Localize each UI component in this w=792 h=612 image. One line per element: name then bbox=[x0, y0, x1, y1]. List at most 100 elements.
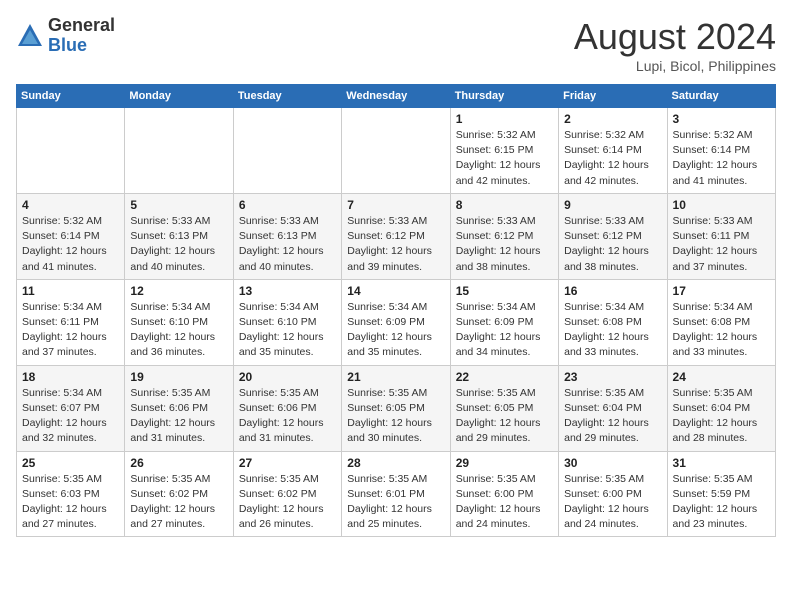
calendar-cell: 6 Sunrise: 5:33 AM Sunset: 6:13 PM Daylig… bbox=[233, 193, 341, 279]
day-info: Sunrise: 5:32 AM Sunset: 6:15 PM Dayligh… bbox=[456, 128, 553, 189]
day-number: 19 bbox=[130, 370, 227, 384]
day-number: 24 bbox=[673, 370, 770, 384]
day-info: Sunrise: 5:33 AM Sunset: 6:13 PM Dayligh… bbox=[239, 214, 336, 275]
day-info: Sunrise: 5:35 AM Sunset: 6:06 PM Dayligh… bbox=[239, 386, 336, 447]
calendar-cell: 2 Sunrise: 5:32 AM Sunset: 6:14 PM Daylig… bbox=[559, 108, 667, 194]
day-info: Sunrise: 5:33 AM Sunset: 6:12 PM Dayligh… bbox=[564, 214, 661, 275]
calendar-cell bbox=[233, 108, 341, 194]
calendar-cell: 28 Sunrise: 5:35 AM Sunset: 6:01 PM Dayli… bbox=[342, 451, 450, 537]
day-info: Sunrise: 5:35 AM Sunset: 6:00 PM Dayligh… bbox=[564, 472, 661, 533]
weekday-header-monday: Monday bbox=[125, 85, 233, 108]
weekday-header-saturday: Saturday bbox=[667, 85, 775, 108]
calendar-cell: 11Sunrise: 5:34 AM Sunset: 6:11 PM Dayli… bbox=[17, 279, 125, 365]
calendar-cell: 16 Sunrise: 5:34 AM Sunset: 6:08 PM Dayli… bbox=[559, 279, 667, 365]
calendar-week-4: 18Sunrise: 5:34 AM Sunset: 6:07 PM Dayli… bbox=[17, 365, 776, 451]
calendar-cell: 19 Sunrise: 5:35 AM Sunset: 6:06 PM Dayli… bbox=[125, 365, 233, 451]
calendar-cell: 5 Sunrise: 5:33 AM Sunset: 6:13 PM Daylig… bbox=[125, 193, 233, 279]
day-number: 16 bbox=[564, 284, 661, 298]
calendar-cell: 23 Sunrise: 5:35 AM Sunset: 6:04 PM Dayli… bbox=[559, 365, 667, 451]
day-number: 29 bbox=[456, 456, 553, 470]
calendar-cell: 26Sunrise: 5:35 AM Sunset: 6:02 PM Dayli… bbox=[125, 451, 233, 537]
logo-blue-text: Blue bbox=[48, 35, 87, 55]
calendar-cell: 29 Sunrise: 5:35 AM Sunset: 6:00 PM Dayli… bbox=[450, 451, 558, 537]
day-info: Sunrise: 5:35 AM Sunset: 6:06 PM Dayligh… bbox=[130, 386, 227, 447]
logo: General Blue bbox=[16, 16, 115, 56]
day-number: 27 bbox=[239, 456, 336, 470]
weekday-header-wednesday: Wednesday bbox=[342, 85, 450, 108]
day-info: Sunrise: 5:35 AM Sunset: 6:04 PM Dayligh… bbox=[564, 386, 661, 447]
day-number: 5 bbox=[130, 198, 227, 212]
day-number: 4 bbox=[22, 198, 119, 212]
calendar-cell: 12 Sunrise: 5:34 AM Sunset: 6:10 PM Dayli… bbox=[125, 279, 233, 365]
logo-icon bbox=[16, 22, 44, 50]
day-info: Sunrise: 5:33 AM Sunset: 6:12 PM Dayligh… bbox=[456, 214, 553, 275]
day-info: Sunrise: 5:33 AM Sunset: 6:13 PM Dayligh… bbox=[130, 214, 227, 275]
day-number: 10 bbox=[673, 198, 770, 212]
day-info: Sunrise: 5:35 AM Sunset: 6:01 PM Dayligh… bbox=[347, 472, 444, 533]
weekday-header-tuesday: Tuesday bbox=[233, 85, 341, 108]
calendar-cell: 15 Sunrise: 5:34 AM Sunset: 6:09 PM Dayli… bbox=[450, 279, 558, 365]
day-number: 26 bbox=[130, 456, 227, 470]
calendar-cell: 30 Sunrise: 5:35 AM Sunset: 6:00 PM Dayli… bbox=[559, 451, 667, 537]
day-info: Sunrise: 5:35 AM Sunset: 6:03 PM Dayligh… bbox=[22, 472, 119, 533]
day-info: Sunrise: 5:34 AM Sunset: 6:09 PM Dayligh… bbox=[347, 300, 444, 361]
calendar-cell: 10 Sunrise: 5:33 AM Sunset: 6:11 PM Dayli… bbox=[667, 193, 775, 279]
weekday-header-friday: Friday bbox=[559, 85, 667, 108]
day-number: 30 bbox=[564, 456, 661, 470]
calendar-cell: 17 Sunrise: 5:34 AM Sunset: 6:08 PM Dayli… bbox=[667, 279, 775, 365]
day-info: Sunrise: 5:35 AM Sunset: 5:59 PM Dayligh… bbox=[673, 472, 770, 533]
month-year-title: August 2024 bbox=[574, 16, 776, 58]
day-info: Sunrise: 5:35 AM Sunset: 6:04 PM Dayligh… bbox=[673, 386, 770, 447]
day-info: Sunrise: 5:32 AM Sunset: 6:14 PM Dayligh… bbox=[564, 128, 661, 189]
day-info: Sunrise: 5:34 AM Sunset: 6:08 PM Dayligh… bbox=[564, 300, 661, 361]
day-info: Sunrise: 5:35 AM Sunset: 6:00 PM Dayligh… bbox=[456, 472, 553, 533]
weekday-header-row: SundayMondayTuesdayWednesdayThursdayFrid… bbox=[17, 85, 776, 108]
day-number: 25 bbox=[22, 456, 119, 470]
calendar-cell: 20 Sunrise: 5:35 AM Sunset: 6:06 PM Dayli… bbox=[233, 365, 341, 451]
calendar-table: SundayMondayTuesdayWednesdayThursdayFrid… bbox=[16, 84, 776, 537]
day-number: 28 bbox=[347, 456, 444, 470]
day-number: 6 bbox=[239, 198, 336, 212]
day-info: Sunrise: 5:35 AM Sunset: 6:05 PM Dayligh… bbox=[456, 386, 553, 447]
day-number: 2 bbox=[564, 112, 661, 126]
calendar-cell: 31Sunrise: 5:35 AM Sunset: 5:59 PM Dayli… bbox=[667, 451, 775, 537]
day-info: Sunrise: 5:34 AM Sunset: 6:08 PM Dayligh… bbox=[673, 300, 770, 361]
day-number: 15 bbox=[456, 284, 553, 298]
day-number: 18 bbox=[22, 370, 119, 384]
day-number: 20 bbox=[239, 370, 336, 384]
day-number: 21 bbox=[347, 370, 444, 384]
day-number: 23 bbox=[564, 370, 661, 384]
day-info: Sunrise: 5:34 AM Sunset: 6:09 PM Dayligh… bbox=[456, 300, 553, 361]
title-block: August 2024 Lupi, Bicol, Philippines bbox=[574, 16, 776, 74]
calendar-cell: 13Sunrise: 5:34 AM Sunset: 6:10 PM Dayli… bbox=[233, 279, 341, 365]
calendar-cell: 24 Sunrise: 5:35 AM Sunset: 6:04 PM Dayli… bbox=[667, 365, 775, 451]
day-info: Sunrise: 5:34 AM Sunset: 6:11 PM Dayligh… bbox=[22, 300, 119, 361]
weekday-header-sunday: Sunday bbox=[17, 85, 125, 108]
day-number: 1 bbox=[456, 112, 553, 126]
day-info: Sunrise: 5:32 AM Sunset: 6:14 PM Dayligh… bbox=[22, 214, 119, 275]
day-info: Sunrise: 5:33 AM Sunset: 6:12 PM Dayligh… bbox=[347, 214, 444, 275]
day-number: 12 bbox=[130, 284, 227, 298]
day-info: Sunrise: 5:34 AM Sunset: 6:10 PM Dayligh… bbox=[130, 300, 227, 361]
calendar-week-1: 1 Sunrise: 5:32 AM Sunset: 6:15 PM Daylig… bbox=[17, 108, 776, 194]
day-number: 9 bbox=[564, 198, 661, 212]
weekday-header-thursday: Thursday bbox=[450, 85, 558, 108]
day-info: Sunrise: 5:35 AM Sunset: 6:02 PM Dayligh… bbox=[239, 472, 336, 533]
calendar-cell: 7Sunrise: 5:33 AM Sunset: 6:12 PM Daylig… bbox=[342, 193, 450, 279]
calendar-cell: 25 Sunrise: 5:35 AM Sunset: 6:03 PM Dayli… bbox=[17, 451, 125, 537]
calendar-week-5: 25 Sunrise: 5:35 AM Sunset: 6:03 PM Dayli… bbox=[17, 451, 776, 537]
calendar-cell: 1 Sunrise: 5:32 AM Sunset: 6:15 PM Daylig… bbox=[450, 108, 558, 194]
day-number: 8 bbox=[456, 198, 553, 212]
calendar-week-3: 11Sunrise: 5:34 AM Sunset: 6:11 PM Dayli… bbox=[17, 279, 776, 365]
day-number: 3 bbox=[673, 112, 770, 126]
day-number: 14 bbox=[347, 284, 444, 298]
calendar-cell: 14 Sunrise: 5:34 AM Sunset: 6:09 PM Dayli… bbox=[342, 279, 450, 365]
day-info: Sunrise: 5:33 AM Sunset: 6:11 PM Dayligh… bbox=[673, 214, 770, 275]
day-number: 13 bbox=[239, 284, 336, 298]
location-subtitle: Lupi, Bicol, Philippines bbox=[574, 58, 776, 74]
page-header: General Blue August 2024 Lupi, Bicol, Ph… bbox=[16, 16, 776, 74]
day-number: 22 bbox=[456, 370, 553, 384]
calendar-cell: 8 Sunrise: 5:33 AM Sunset: 6:12 PM Daylig… bbox=[450, 193, 558, 279]
day-info: Sunrise: 5:32 AM Sunset: 6:14 PM Dayligh… bbox=[673, 128, 770, 189]
day-number: 17 bbox=[673, 284, 770, 298]
